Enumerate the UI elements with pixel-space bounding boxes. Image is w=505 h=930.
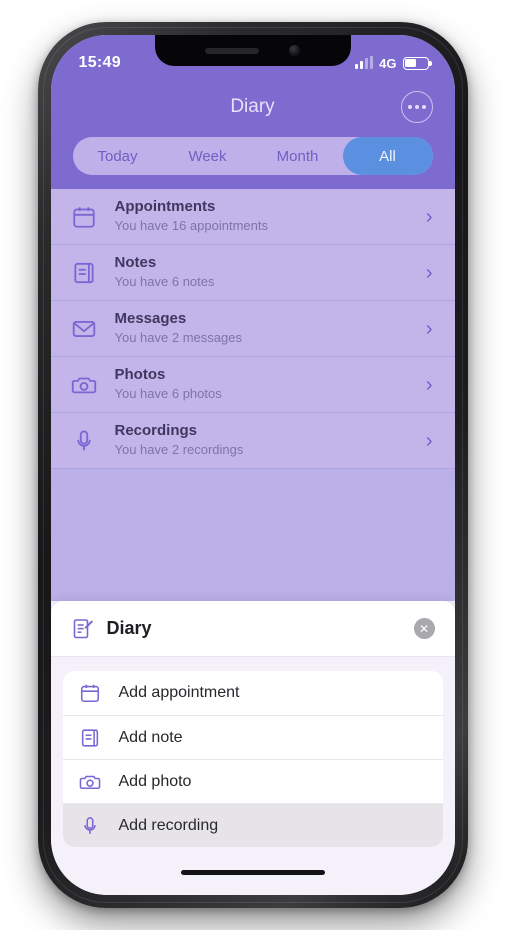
- menu-item-label: Add recording: [118, 816, 219, 834]
- page-title: Diary: [230, 96, 275, 117]
- calendar-icon: [79, 682, 119, 704]
- diary-content-area: Appointments You have 16 appointments ›: [50, 189, 455, 601]
- home-indicator[interactable]: [180, 869, 325, 875]
- menu-item-add-appointment[interactable]: Add appointment: [62, 671, 443, 715]
- camera-icon: [79, 771, 119, 793]
- close-icon[interactable]: ✕: [413, 618, 435, 639]
- list-item-title: Messages: [114, 310, 187, 328]
- list-item-title: Photos: [114, 366, 166, 384]
- status-bar-indicators: 4G: [355, 55, 432, 71]
- list-item-title: Notes: [114, 254, 157, 272]
- calendar-icon: [71, 204, 115, 230]
- list-item-text: Recordings You have 2 recordings: [115, 422, 426, 459]
- menu-item-add-recording[interactable]: Add recording: [62, 803, 443, 847]
- diary-action-sheet: Diary ✕ Add appointment Add note Add pho…: [50, 601, 455, 895]
- device-notch: [154, 35, 351, 66]
- list-item-subtitle: You have 2 messages: [114, 329, 242, 345]
- microphone-icon: [71, 428, 115, 454]
- microphone-icon: [79, 815, 119, 837]
- phone-screen: 15:49 4G Diary Today Week Month All Appo…: [50, 35, 455, 895]
- segment-week[interactable]: Week: [163, 137, 253, 175]
- menu-item-label: Add photo: [118, 772, 192, 790]
- network-type-label: 4G: [379, 55, 397, 71]
- list-item-text: Messages You have 2 messages: [115, 310, 426, 347]
- action-sheet-header: Diary ✕: [50, 601, 455, 657]
- more-options-button[interactable]: [400, 91, 433, 123]
- list-item-subtitle: You have 2 recordings: [114, 441, 244, 457]
- screenshot-stage: 15:49 4G Diary Today Week Month All Appo…: [0, 0, 505, 930]
- notebook-icon: [79, 727, 119, 749]
- diary-category-list: Appointments You have 16 appointments ›: [50, 189, 455, 469]
- segmented-control-container: Today Week Month All: [51, 133, 455, 189]
- list-item-text: Notes You have 6 notes: [115, 254, 426, 291]
- list-item-appointments[interactable]: Appointments You have 16 appointments ›: [50, 189, 455, 245]
- list-item-subtitle: You have 6 notes: [114, 273, 215, 289]
- document-edit-icon: [71, 617, 95, 641]
- home-indicator-area: [50, 855, 455, 889]
- chevron-right-icon: ›: [425, 205, 433, 228]
- more-horizontal-icon: [407, 105, 412, 109]
- chevron-right-icon: ›: [425, 317, 433, 340]
- list-item-title: Recordings: [114, 422, 198, 440]
- camera-icon: [71, 372, 115, 398]
- list-item-messages[interactable]: Messages You have 2 messages ›: [50, 301, 455, 357]
- segment-month[interactable]: Month: [253, 137, 343, 175]
- list-item-recordings[interactable]: Recordings You have 2 recordings ›: [50, 413, 455, 469]
- menu-item-add-photo[interactable]: Add photo: [62, 759, 443, 803]
- list-item-photos[interactable]: Photos You have 6 photos ›: [50, 357, 455, 413]
- signal-strength-icon: [355, 56, 374, 69]
- list-item-title: Appointments: [114, 198, 216, 216]
- status-bar-clock: 15:49: [78, 54, 121, 71]
- menu-item-add-note[interactable]: Add note: [62, 715, 443, 759]
- chevron-right-icon: ›: [425, 261, 433, 284]
- list-item-text: Appointments You have 16 appointments: [115, 198, 426, 235]
- envelope-icon: [71, 316, 115, 342]
- navigation-bar: Diary: [51, 81, 455, 133]
- action-sheet-title: Diary: [106, 618, 152, 638]
- menu-item-label: Add note: [118, 728, 183, 746]
- list-item-subtitle: You have 16 appointments: [114, 217, 268, 233]
- segment-all[interactable]: All: [342, 137, 433, 175]
- menu-item-label: Add appointment: [118, 684, 240, 701]
- battery-icon: [402, 56, 432, 70]
- more-horizontal-icon: [414, 105, 419, 109]
- earpiece-speaker: [205, 47, 259, 54]
- segment-today[interactable]: Today: [73, 137, 163, 175]
- more-horizontal-icon: [421, 105, 426, 109]
- list-item-text: Photos You have 6 photos: [115, 366, 426, 403]
- list-item-subtitle: You have 6 photos: [114, 385, 222, 401]
- chevron-right-icon: ›: [425, 429, 433, 452]
- phone-device-frame: 15:49 4G Diary Today Week Month All Appo…: [37, 22, 468, 908]
- chevron-right-icon: ›: [425, 373, 433, 396]
- list-item-notes[interactable]: Notes You have 6 notes ›: [50, 245, 455, 301]
- front-camera: [289, 45, 300, 56]
- action-sheet-menu: Add appointment Add note Add photo Add r…: [62, 671, 443, 847]
- period-filter-segmented-control[interactable]: Today Week Month All: [72, 137, 433, 175]
- notebook-icon: [71, 260, 115, 286]
